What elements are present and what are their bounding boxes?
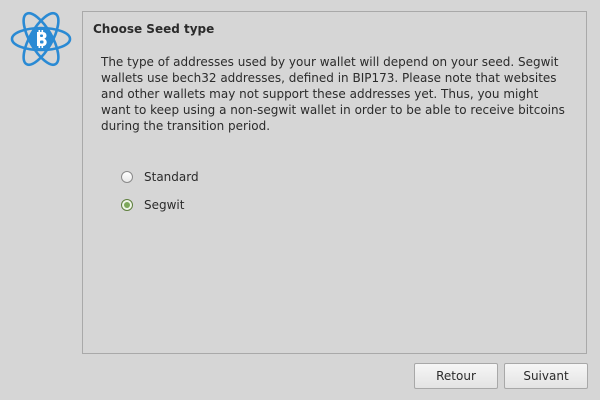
- standard-radio-button[interactable]: [121, 171, 133, 183]
- segwit-radio-button[interactable]: [121, 199, 133, 211]
- radio-option-standard[interactable]: Standard: [121, 169, 199, 185]
- page-title: Choose Seed type: [93, 22, 215, 36]
- radio-option-segwit[interactable]: Segwit: [121, 197, 184, 213]
- next-button[interactable]: Suivant: [504, 363, 588, 389]
- segwit-radio-label: Segwit: [144, 198, 185, 212]
- back-button[interactable]: Retour: [414, 363, 498, 389]
- page-description: The type of addresses used by your walle…: [101, 55, 565, 133]
- electrum-logo-icon: [9, 10, 73, 68]
- seed-type-panel: Choose Seed type The type of addresses u…: [82, 11, 587, 354]
- standard-radio-label: Standard: [144, 170, 199, 184]
